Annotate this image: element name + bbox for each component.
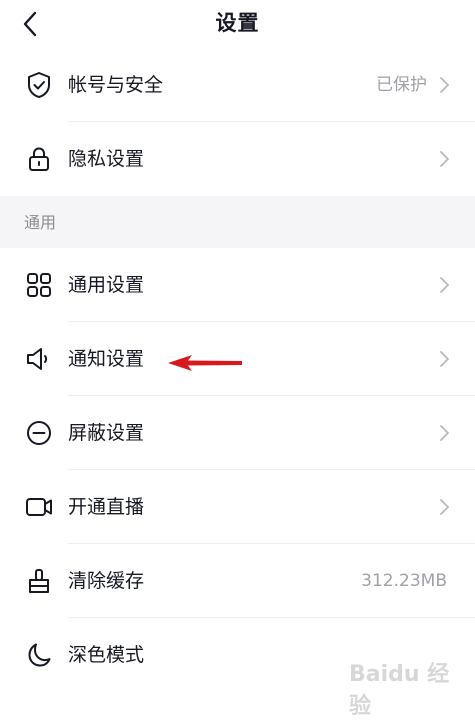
settings-row-account-security[interactable]: 帐号与安全 已保护: [0, 48, 475, 122]
lock-icon: [29, 147, 49, 171]
moon-icon: [28, 643, 51, 667]
video-camera-icon: [26, 498, 52, 516]
settings-row-clear-cache[interactable]: 清除缓存 312.23MB: [0, 544, 475, 618]
chevron-right-icon: [440, 499, 449, 515]
settings-row-live[interactable]: 开通直播: [0, 470, 475, 544]
chevron-right-icon: [440, 425, 449, 441]
watermark-text: Baidu 经验: [349, 662, 450, 719]
row-label: 深色模式: [68, 644, 145, 666]
speaker-icon: [27, 348, 48, 370]
chevron-right-icon: [440, 277, 449, 293]
settings-row-general[interactable]: 通用设置: [0, 248, 475, 322]
chevron-right-icon: [440, 151, 449, 167]
row-label: 清除缓存: [68, 570, 145, 592]
row-label: 通知设置: [68, 348, 145, 370]
settings-row-privacy[interactable]: 隐私设置: [0, 122, 475, 196]
section-title: 通用: [24, 213, 57, 232]
row-label: 隐私设置: [68, 148, 145, 170]
cache-size-value: 312.23MB: [361, 571, 447, 591]
page-title: 设置: [215, 11, 260, 35]
row-label: 通用设置: [68, 274, 145, 296]
row-value: 已保护: [376, 75, 427, 95]
broom-icon: [29, 569, 49, 593]
grid-icon: [27, 273, 51, 297]
annotation-arrow-shape: [168, 355, 242, 371]
section-header-general: 通用: [0, 196, 475, 248]
row-label: 帐号与安全: [68, 74, 164, 96]
block-icon: [27, 421, 51, 445]
chevron-right-icon: [440, 351, 449, 367]
row-label: 屏蔽设置: [68, 422, 145, 444]
row-label: 开通直播: [68, 496, 145, 518]
header: 设置: [0, 0, 475, 48]
chevron-right-icon: [440, 77, 449, 93]
settings-row-block[interactable]: 屏蔽设置: [0, 396, 475, 470]
watermark: Baidu 经验: [349, 654, 467, 719]
annotation-arrow-icon: [168, 355, 242, 371]
shield-check-icon: [28, 72, 50, 98]
